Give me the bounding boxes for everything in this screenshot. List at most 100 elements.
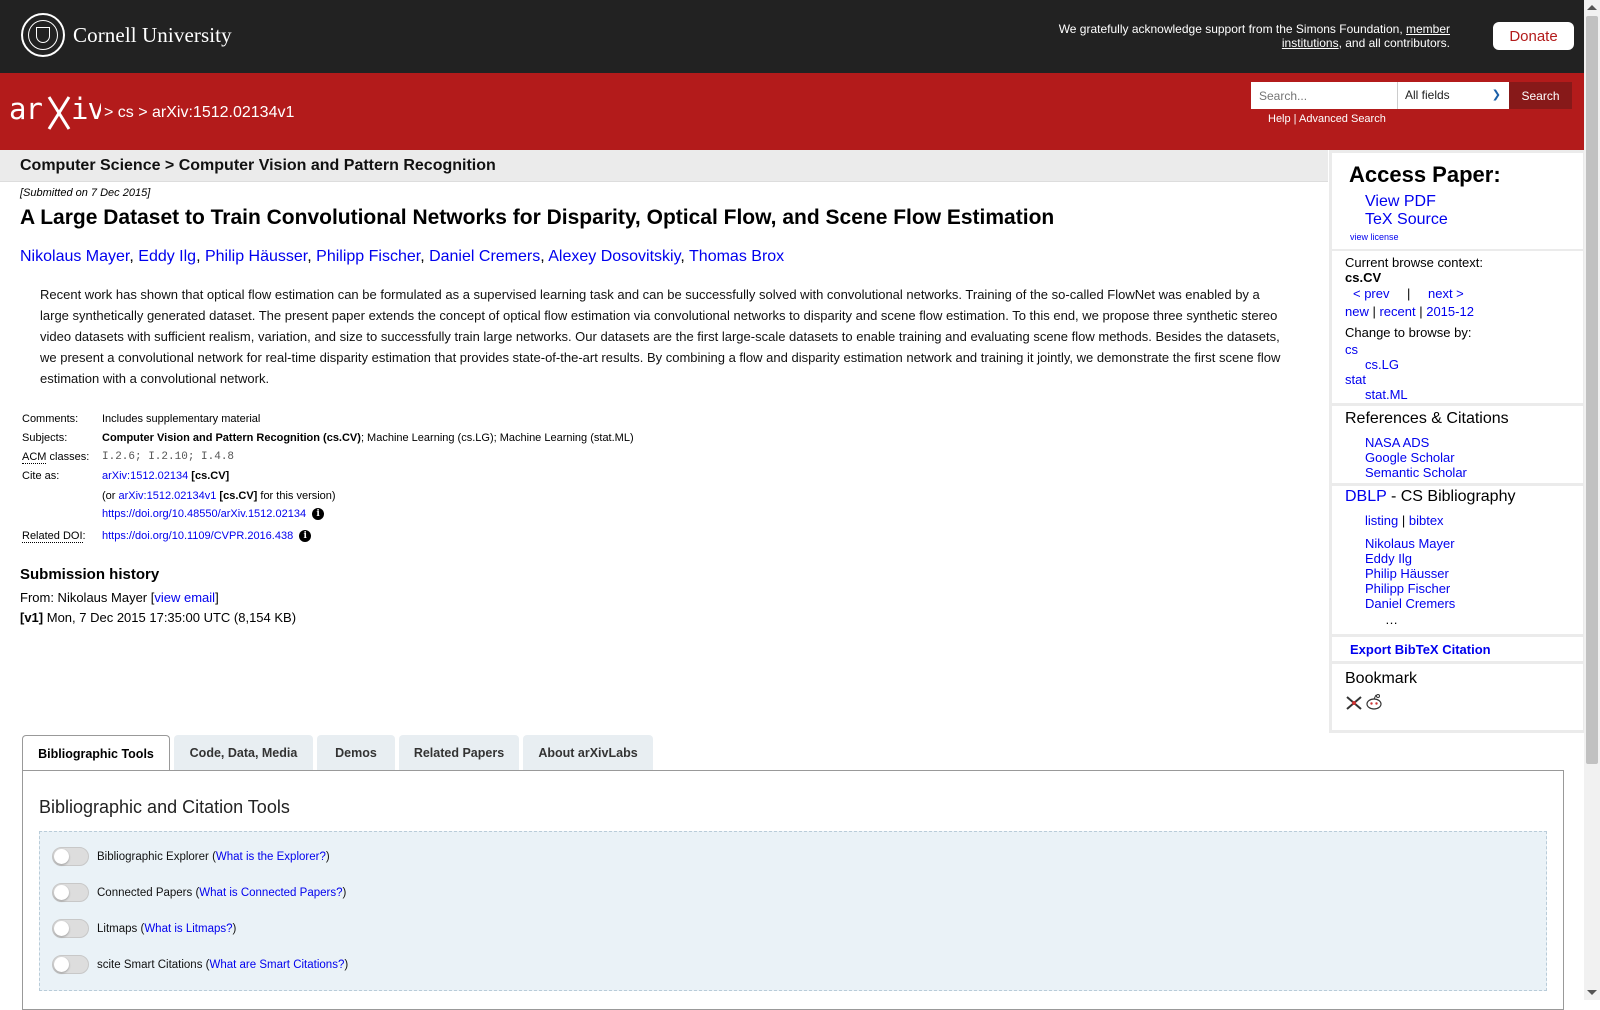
access-paper-box: Access Paper: View PDF TeX Source view l…	[1332, 153, 1583, 249]
author-link[interactable]: Philipp Fischer	[316, 248, 420, 265]
semantic-scholar-link[interactable]: Semantic Scholar	[1365, 465, 1467, 480]
toggle-switch[interactable]	[52, 883, 89, 902]
more-authors-ellipsis: …	[1385, 612, 1398, 627]
new-link[interactable]: new	[1345, 304, 1369, 319]
tab-related-papers[interactable]: Related Papers	[399, 735, 519, 770]
tab-demos[interactable]: Demos	[317, 735, 395, 770]
browse-context: cs.CV	[1345, 270, 1382, 285]
info-icon[interactable]: i	[312, 508, 325, 520]
help-links: Help | Advanced Search	[1268, 113, 1386, 125]
dblp-listing-link[interactable]: listing	[1365, 513, 1398, 528]
cornell-logo[interactable]: Cornell University	[21, 13, 232, 57]
support-text: We gratefully acknowledge support from t…	[1058, 22, 1450, 50]
access-paper-heading: Access Paper:	[1349, 162, 1501, 187]
info-icon[interactable]: i	[299, 530, 312, 542]
export-bibtex-link[interactable]: Export BibTeX Citation	[1350, 642, 1491, 657]
tex-source-link[interactable]: TeX Source	[1365, 211, 1448, 229]
related-doi-link[interactable]: https://doi.org/10.1109/CVPR.2016.438	[102, 530, 293, 542]
page-scrollbar[interactable]	[1584, 0, 1600, 1000]
help-link[interactable]: Help	[1268, 113, 1291, 125]
tab-code-data-media[interactable]: Code, Data, Media	[174, 735, 313, 770]
submission-date: [Submitted on 7 Dec 2015]	[20, 187, 151, 199]
nasa-ads-link[interactable]: NASA ADS	[1365, 435, 1429, 450]
tab-bibliographic-tools[interactable]: Bibliographic Tools	[22, 735, 170, 772]
scroll-up-arrow-icon[interactable]	[1587, 5, 1597, 10]
search-field-select[interactable]: All fields ❯	[1397, 82, 1509, 109]
subjects-value: Computer Vision and Pattern Recognition …	[102, 432, 634, 444]
scroll-thumb[interactable]	[1586, 16, 1598, 764]
tools-list: Bibliographic Explorer (What is the Expl…	[39, 831, 1547, 991]
tool-bibliographic-explorer: Bibliographic Explorer (What is the Expl…	[52, 847, 330, 866]
submission-from: From: Nikolaus Mayer [view email]	[20, 590, 219, 605]
recent-link[interactable]: recent	[1379, 304, 1415, 319]
svg-text:iv: iv	[71, 92, 101, 126]
next-link[interactable]: next >	[1428, 286, 1464, 301]
dblp-author-link[interactable]: Philipp Fischer	[1365, 581, 1450, 596]
references-heading: References & Citations	[1345, 410, 1509, 427]
authors-list: Nikolaus Mayer, Eddy Ilg, Philip Häusser…	[20, 248, 785, 265]
scroll-down-arrow-icon[interactable]	[1587, 990, 1597, 995]
arxiv-logo[interactable]: ar iv	[9, 91, 105, 136]
sidebar: Access Paper: View PDF TeX Source view l…	[1329, 150, 1586, 733]
doi-link[interactable]: https://doi.org/10.48550/arXiv.1512.0213…	[102, 508, 306, 520]
toggle-switch[interactable]	[52, 919, 89, 938]
submission-history-heading: Submission history	[20, 566, 160, 583]
browse-context-box: Current browse context: cs.CV < prev | n…	[1332, 251, 1583, 403]
donate-button[interactable]: Donate	[1493, 22, 1574, 50]
subject-title: Computer Science > Computer Vision and P…	[20, 157, 496, 174]
breadcrumb-paper-id: arXiv:1512.02134v1	[152, 104, 295, 121]
dblp-link[interactable]: DBLP	[1345, 488, 1387, 505]
author-link[interactable]: Thomas Brox	[689, 248, 784, 265]
browse-cs-link[interactable]: cs	[1345, 342, 1358, 357]
view-pdf-link[interactable]: View PDF	[1365, 193, 1436, 211]
nav-bar: ar iv > cs > arXiv:1512.02134v1 All fiel…	[0, 73, 1584, 150]
toggle-switch[interactable]	[52, 847, 89, 866]
author-link[interactable]: Daniel Cremers	[429, 248, 540, 265]
prev-link[interactable]: < prev	[1353, 286, 1390, 301]
top-bar: Cornell University We gratefully acknowl…	[0, 0, 1584, 73]
month-link[interactable]: 2015-12	[1426, 304, 1474, 319]
tab-about-arxivlabs[interactable]: About arXivLabs	[523, 735, 653, 770]
author-link[interactable]: Philip Häusser	[205, 248, 307, 265]
abstract: Recent work has shown that optical flow …	[40, 287, 1281, 386]
browse-stat-link[interactable]: stat	[1345, 372, 1366, 387]
reddit-icon[interactable]	[1365, 693, 1383, 716]
tool-info-link[interactable]: What are Smart Citations?	[209, 959, 344, 971]
browse-cslg-link[interactable]: cs.LG	[1365, 357, 1399, 372]
dblp-author-link[interactable]: Philip Häusser	[1365, 566, 1449, 581]
tool-info-link[interactable]: What is Litmaps?	[144, 923, 232, 935]
export-bibtex-box: Export BibTeX Citation	[1332, 637, 1583, 661]
search-button[interactable]: Search	[1509, 82, 1572, 109]
bibsonomy-icon[interactable]	[1345, 695, 1363, 716]
acm-classes: I.2.6; I.2.10; I.4.8	[102, 451, 235, 463]
tool-info-link[interactable]: What is Connected Papers?	[199, 887, 342, 899]
dblp-box: DBLP - CS Bibliography listing | bibtex …	[1332, 486, 1583, 634]
tool-info-link[interactable]: What is the Explorer?	[216, 851, 326, 863]
bibliographic-tools-panel: Bibliographic and Citation Tools Bibliog…	[22, 770, 1564, 1010]
breadcrumb: > cs > arXiv:1512.02134v1	[104, 104, 295, 121]
dblp-author-link[interactable]: Eddy Ilg	[1365, 551, 1412, 566]
toggle-switch[interactable]	[52, 955, 89, 974]
svg-text:ar: ar	[9, 92, 42, 126]
dblp-author-link[interactable]: Daniel Cremers	[1365, 596, 1455, 611]
breadcrumb-cs[interactable]: cs	[118, 104, 134, 121]
author-link[interactable]: Nikolaus Mayer	[20, 248, 129, 265]
dblp-author-link[interactable]: Nikolaus Mayer	[1365, 536, 1455, 551]
cornell-seal-icon	[21, 13, 65, 57]
dblp-heading: DBLP - CS Bibliography	[1345, 488, 1516, 505]
comments-value: Includes supplementary material	[102, 413, 261, 425]
bookmark-heading: Bookmark	[1345, 670, 1418, 687]
view-email-link[interactable]: view email	[154, 590, 215, 605]
google-scholar-link[interactable]: Google Scholar	[1365, 450, 1455, 465]
view-license-link[interactable]: view license	[1350, 232, 1399, 242]
cite-version-link[interactable]: arXiv:1512.02134v1	[119, 490, 217, 502]
cite-id-link[interactable]: arXiv:1512.02134	[102, 470, 188, 482]
browse-statml-link[interactable]: stat.ML	[1365, 387, 1408, 402]
dblp-bibtex-link[interactable]: bibtex	[1409, 513, 1444, 528]
author-link[interactable]: Eddy Ilg	[138, 248, 196, 265]
author-link[interactable]: Alexey Dosovitskiy	[548, 248, 680, 265]
chevron-down-icon: ❯	[1491, 89, 1501, 101]
cornell-name: Cornell University	[73, 22, 232, 47]
advanced-search-link[interactable]: Advanced Search	[1299, 113, 1386, 125]
search-input[interactable]	[1251, 82, 1397, 109]
